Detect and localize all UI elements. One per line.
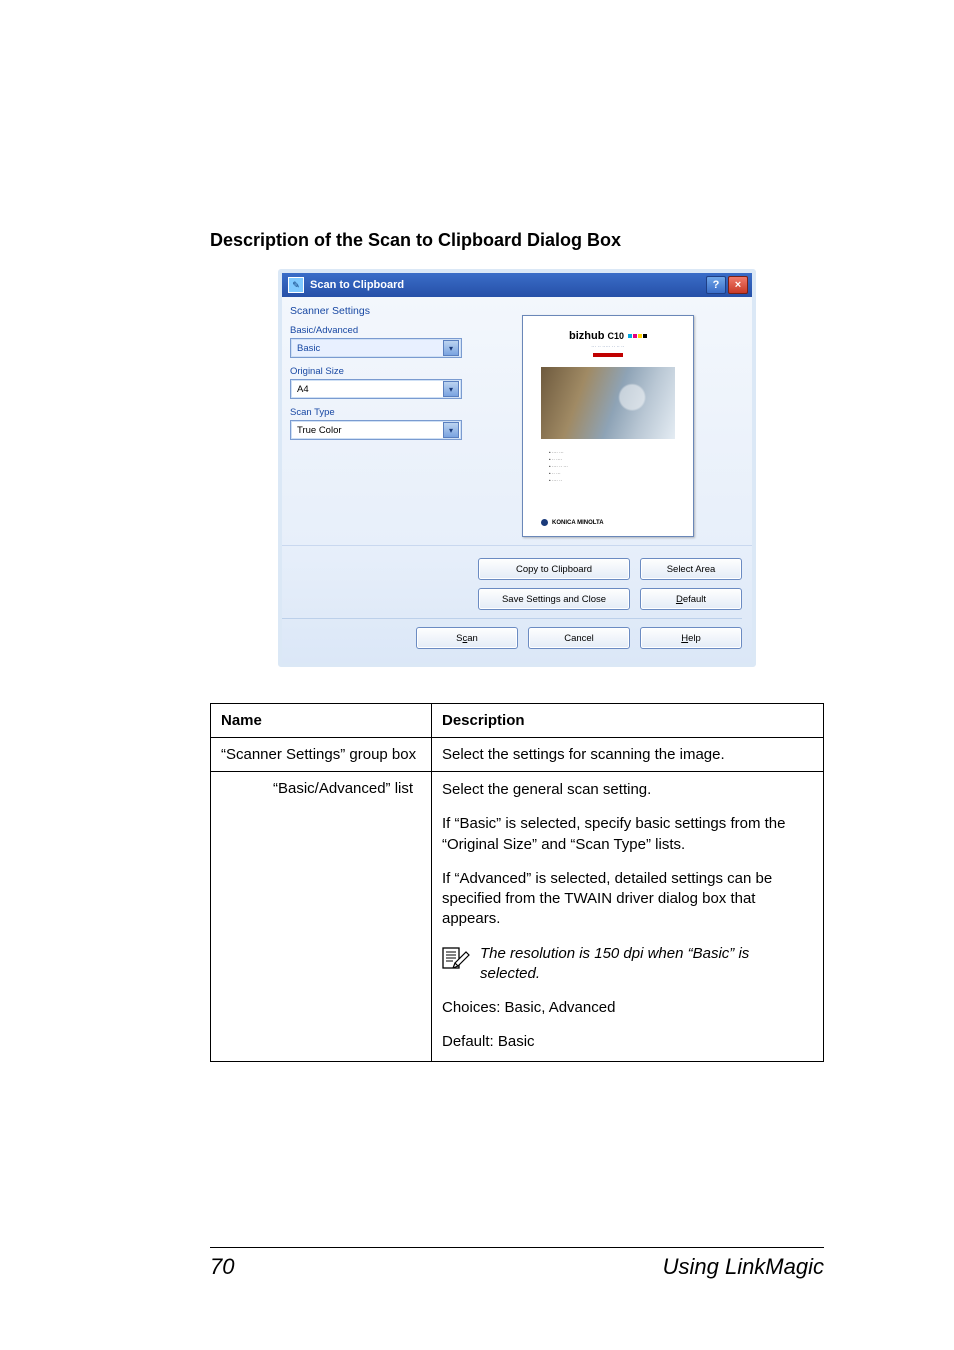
table-header-row: Name Description — [211, 704, 824, 738]
footer-page-number: 70 — [210, 1254, 234, 1280]
dialog-button-area: Copy to Clipboard Select Area Save Setti… — [282, 545, 752, 663]
chevron-down-icon: ▾ — [443, 381, 459, 397]
row-basic-p5: Default: Basic — [442, 1032, 813, 1052]
cmyk-dots-icon — [628, 334, 647, 338]
original-size-select[interactable]: A4 ▾ — [290, 379, 462, 399]
scan-type-select[interactable]: True Color ▾ — [290, 420, 462, 440]
app-icon: ✎ — [288, 277, 304, 293]
help-mnemonic: H — [681, 633, 688, 644]
note-icon — [442, 946, 470, 970]
preview-sheet: bizhub C10 ··· ·· ····· ·· ·· ·· ···· ··… — [522, 315, 694, 537]
description-table: Name Description “Scanner Settings” grou… — [210, 703, 824, 1062]
scan-type-value: True Color — [297, 425, 342, 436]
header-description: Description — [432, 704, 824, 738]
scan-type-label: Scan Type — [290, 407, 462, 418]
save-settings-and-close-button[interactable]: Save Settings and Close — [478, 588, 630, 610]
row-group-desc: Select the settings for scanning the ima… — [432, 738, 824, 772]
preview-brand-sub: C10 — [607, 331, 624, 341]
select-area-button[interactable]: Select Area — [640, 558, 742, 580]
scan-post: an — [467, 633, 478, 644]
scan-to-clipboard-dialog: ✎ Scan to Clipboard ? × Scanner Settings… — [278, 269, 756, 667]
row-basic-desc: Select the general scan setting. If “Bas… — [432, 772, 824, 1062]
row-basic-p2: If “Basic” is selected, specify basic se… — [442, 814, 813, 855]
basic-advanced-value: Basic — [297, 343, 320, 354]
row-basic-p4: Choices: Basic, Advanced — [442, 998, 813, 1018]
chevron-down-icon: ▾ — [443, 340, 459, 356]
footer-rule — [210, 1247, 824, 1248]
scan-button[interactable]: Scan — [416, 627, 518, 649]
titlebar-help-button[interactable]: ? — [706, 276, 726, 294]
scanner-settings-panel: Scanner Settings Basic/Advanced Basic ▾ … — [290, 305, 462, 537]
preview-footer-brand-text: KONICA MINOLTA — [552, 520, 604, 526]
scanner-settings-group-label: Scanner Settings — [290, 305, 462, 317]
row-basic-p3: If “Advanced” is selected, detailed sett… — [442, 869, 813, 930]
basic-advanced-label: Basic/Advanced — [290, 325, 462, 336]
original-size-label: Original Size — [290, 366, 462, 377]
default-button[interactable]: Default — [640, 588, 742, 610]
chevron-down-icon: ▾ — [443, 422, 459, 438]
preview-brand: bizhub C10 — [523, 330, 693, 342]
preview-panel: bizhub C10 ··· ·· ····· ·· ·· ·· ···· ··… — [472, 305, 744, 537]
row-basic-name: “Basic/Advanced” list — [263, 772, 432, 1062]
brand-circle-icon — [541, 519, 548, 526]
dialog-title: Scan to Clipboard — [310, 279, 404, 291]
preview-tiny-subtitle: ··· ·· ····· ·· ·· ·· — [523, 344, 693, 349]
preview-footer-brand: KONICA MINOLTA — [541, 519, 604, 526]
basic-advanced-select[interactable]: Basic ▾ — [290, 338, 462, 358]
table-row: “Basic/Advanced” list Select the general… — [211, 772, 824, 1062]
help-button[interactable]: Help — [640, 627, 742, 649]
header-name: Name — [211, 704, 432, 738]
default-rest: efault — [683, 594, 706, 605]
preview-photo — [541, 367, 675, 439]
cancel-button[interactable]: Cancel — [528, 627, 630, 649]
preview-brand-main: bizhub — [569, 330, 604, 342]
default-mnemonic: D — [676, 594, 683, 605]
footer-section-title: Using LinkMagic — [663, 1254, 824, 1280]
page-footer: 70 Using LinkMagic — [210, 1247, 824, 1280]
table-row: “Scanner Settings” group box Select the … — [211, 738, 824, 772]
preview-bullet-list: ···· ··· ·· ···· ···· ·· ··· ·· ··· ····… — [549, 449, 693, 484]
copy-to-clipboard-button[interactable]: Copy to Clipboard — [478, 558, 630, 580]
dialog-titlebar: ✎ Scan to Clipboard ? × — [282, 273, 752, 297]
original-size-value: A4 — [297, 384, 309, 395]
row-basic-note: The resolution is 150 dpi when “Basic” i… — [480, 944, 813, 985]
row-indent-cell — [211, 772, 264, 1062]
titlebar-close-button[interactable]: × — [728, 276, 748, 294]
row-group-name: “Scanner Settings” group box — [211, 738, 432, 772]
preview-red-bar — [593, 353, 623, 357]
help-rest: elp — [688, 633, 701, 644]
row-basic-p1: Select the general scan setting. — [442, 780, 813, 800]
section-heading: Description of the Scan to Clipboard Dia… — [210, 230, 824, 251]
